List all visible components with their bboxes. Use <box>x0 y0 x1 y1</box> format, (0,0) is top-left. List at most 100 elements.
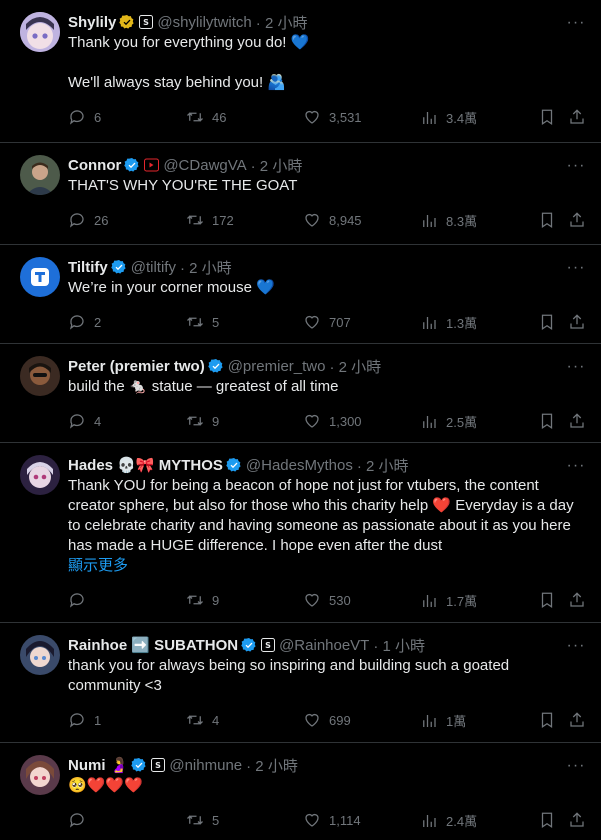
share-button[interactable] <box>568 412 586 430</box>
bookmark-icon <box>541 812 553 828</box>
retweet-button[interactable]: 5 <box>186 811 219 829</box>
more-options-icon[interactable]: ··· <box>567 14 585 32</box>
svg-text:S: S <box>265 641 271 650</box>
like-button[interactable]: 699 <box>303 711 351 729</box>
like-button[interactable]: 8,945 <box>303 211 362 229</box>
display-name[interactable]: Numi 🤰 <box>68 756 128 774</box>
tweet-text: 🥺❤️❤️❤️ <box>68 777 143 794</box>
more-options-icon[interactable]: ··· <box>567 358 585 376</box>
views-button[interactable]: 8.3萬 <box>420 211 477 230</box>
handle[interactable]: @HadesMythos <box>246 457 353 474</box>
more-options-icon[interactable]: ··· <box>567 157 585 175</box>
timestamp[interactable]: · 2 小時 <box>256 12 308 33</box>
bookmark-button[interactable] <box>538 591 556 609</box>
handle[interactable]: @shylilytwitch <box>157 14 251 31</box>
tweet-text: Thank you for everything you do! 💙 We'll… <box>68 34 310 91</box>
more-options-icon[interactable]: ··· <box>567 637 585 655</box>
tweet-text: We’re in your corner mouse 💙 <box>68 279 275 296</box>
avatar[interactable] <box>20 755 60 795</box>
tweet[interactable]: Shylily S @shylilytwitch · 2 小時 ··· Than… <box>0 0 601 143</box>
views-button[interactable]: 1.7萬 <box>420 591 477 610</box>
views-button[interactable]: 2.4萬 <box>420 811 477 830</box>
reply-button[interactable]: 4 <box>68 412 101 430</box>
heart-icon <box>305 315 319 329</box>
bookmark-icon <box>541 712 553 728</box>
show-more-link[interactable]: 顯示更多 <box>68 556 585 576</box>
action-bar: 2 5 707 1.3萬 <box>68 302 585 342</box>
avatar[interactable] <box>20 257 60 297</box>
views-button[interactable]: 1萬 <box>420 711 466 730</box>
timestamp[interactable]: · 2 小時 <box>329 356 381 377</box>
like-button[interactable]: 707 <box>303 313 351 331</box>
like-button[interactable]: 3,531 <box>303 108 362 126</box>
share-button[interactable] <box>568 211 586 229</box>
reply-button[interactable]: 1 <box>68 711 101 729</box>
bookmark-button[interactable] <box>538 412 556 430</box>
timestamp[interactable]: · 2 小時 <box>180 257 232 278</box>
retweet-button[interactable]: 4 <box>186 711 219 729</box>
like-button[interactable]: 1,300 <box>303 412 362 430</box>
share-button[interactable] <box>568 108 586 126</box>
bookmark-button[interactable] <box>538 108 556 126</box>
reply-button[interactable]: 2 <box>68 313 101 331</box>
views-button[interactable]: 1.3萬 <box>420 313 477 332</box>
views-button[interactable]: 3.4萬 <box>420 108 477 127</box>
display-name[interactable]: Tiltify <box>68 259 108 276</box>
avatar[interactable] <box>20 12 60 52</box>
bookmark-button[interactable] <box>538 711 556 729</box>
avatar[interactable] <box>20 356 60 396</box>
tweet[interactable]: Tiltify @tiltify · 2 小時 ··· We’re in you… <box>0 245 601 344</box>
timestamp[interactable]: · 2 小時 <box>357 455 409 476</box>
avatar[interactable] <box>20 155 60 195</box>
timestamp[interactable]: · 1 小時 <box>373 635 425 656</box>
share-button[interactable] <box>568 313 586 331</box>
more-options-icon[interactable]: ··· <box>567 757 585 775</box>
reply-button[interactable]: 26 <box>68 211 108 229</box>
tweet[interactable]: Hades 💀🎀 MYTHOS @HadesMythos · 2 小時 ··· … <box>0 443 601 623</box>
handle[interactable]: @nihmune <box>169 757 242 774</box>
share-button[interactable] <box>568 591 586 609</box>
avatar[interactable] <box>20 455 60 495</box>
more-options-icon[interactable]: ··· <box>567 457 585 475</box>
share-button[interactable] <box>568 711 586 729</box>
tweet[interactable]: Peter (premier two) @premier_two · 2 小時 … <box>0 344 601 443</box>
tweet[interactable]: Rainhoe ➡️ SUBATHON S @RainhoeVT · 1 小時 … <box>0 623 601 743</box>
handle[interactable]: @premier_two <box>228 358 326 375</box>
tweet[interactable]: Numi 🤰 S @nihmune · 2 小時 ··· 🥺❤️❤️❤️ 5 1… <box>0 743 601 840</box>
tweet-header: Hades 💀🎀 MYTHOS @HadesMythos · 2 小時 <box>68 455 585 475</box>
retweet-icon <box>187 112 203 122</box>
bookmark-button[interactable] <box>538 811 556 829</box>
handle[interactable]: @RainhoeVT <box>279 637 369 654</box>
reply-button[interactable] <box>68 591 94 609</box>
handle[interactable]: @CDawgVA <box>163 157 246 174</box>
retweet-button[interactable]: 9 <box>186 412 219 430</box>
views-icon <box>423 415 436 428</box>
retweet-button[interactable]: 9 <box>186 591 219 609</box>
retweet-count: 9 <box>212 592 220 608</box>
reply-button[interactable] <box>68 811 94 829</box>
tweet-header: Shylily S @shylilytwitch · 2 小時 <box>68 12 585 32</box>
display-name[interactable]: Peter (premier two) <box>68 358 205 375</box>
timestamp[interactable]: · 2 小時 <box>246 755 298 776</box>
more-options-icon[interactable]: ··· <box>567 259 585 277</box>
timestamp[interactable]: · 2 小時 <box>251 155 303 176</box>
display-name[interactable]: Hades 💀🎀 MYTHOS <box>68 456 223 474</box>
tweet[interactable]: Connor @CDawgVA · 2 小時 ··· THAT'S WHY YO… <box>0 143 601 245</box>
bookmark-button[interactable] <box>538 313 556 331</box>
retweet-button[interactable]: 5 <box>186 313 219 331</box>
retweet-button[interactable]: 172 <box>186 211 234 229</box>
like-count: 3,531 <box>329 109 362 125</box>
display-name[interactable]: Shylily <box>68 14 116 31</box>
handle[interactable]: @tiltify <box>131 259 176 276</box>
display-name[interactable]: Connor <box>68 157 121 174</box>
like-button[interactable]: 1,114 <box>303 811 361 829</box>
display-name[interactable]: Rainhoe ➡️ SUBATHON <box>68 636 238 654</box>
bookmark-button[interactable] <box>538 211 556 229</box>
share-button[interactable] <box>568 811 586 829</box>
views-button[interactable]: 2.5萬 <box>420 412 477 431</box>
retweet-button[interactable]: 46 <box>186 108 226 126</box>
like-button[interactable]: 530 <box>303 591 351 609</box>
reply-button[interactable]: 6 <box>68 108 101 126</box>
bookmark-icon <box>541 109 553 125</box>
avatar[interactable] <box>20 635 60 675</box>
